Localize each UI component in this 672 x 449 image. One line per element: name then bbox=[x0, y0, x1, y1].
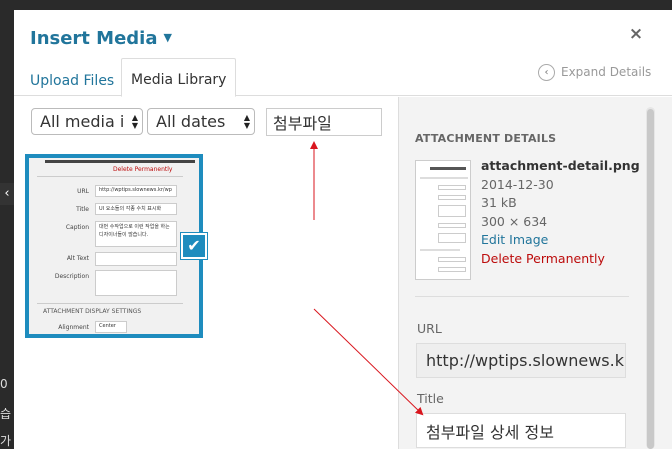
attachment-thumbnail: Delete Permanently URL http://wptips.slo… bbox=[29, 158, 199, 334]
media-type-filter[interactable]: All media i ▲ ▼ bbox=[31, 108, 143, 135]
preview-line bbox=[420, 249, 460, 251]
preview-bar bbox=[430, 167, 466, 170]
preview-box bbox=[438, 223, 466, 228]
background-text: 가 bbox=[0, 434, 12, 448]
edit-image-link[interactable]: Edit Image bbox=[481, 231, 661, 250]
sidebar-divider bbox=[415, 296, 629, 297]
thumb-divider bbox=[37, 303, 183, 304]
thumb-alt-label: Alt Text bbox=[66, 255, 89, 262]
thumb-alignment-label: Alignment bbox=[58, 324, 89, 331]
insert-media-modal: Insert Media ▼ × Upload Files Media Libra… bbox=[14, 10, 672, 449]
search-input[interactable] bbox=[266, 108, 382, 136]
delete-permanently-link[interactable]: Delete Permanently bbox=[481, 250, 661, 269]
background-arrow-icon: ‹ bbox=[0, 183, 14, 205]
tab-upload-files[interactable]: Upload Files bbox=[21, 65, 123, 97]
chevron-left-icon: ‹ bbox=[538, 63, 555, 81]
modal-header: Insert Media ▼ × Upload Files Media Libra… bbox=[14, 10, 672, 97]
preview-box bbox=[438, 257, 466, 262]
background-text: 0 bbox=[0, 377, 8, 391]
attachment-dimensions: 300 × 634 bbox=[481, 213, 548, 229]
modal-title[interactable]: Insert Media ▼ bbox=[30, 28, 172, 49]
preview-box bbox=[438, 205, 466, 217]
preview-line bbox=[420, 177, 468, 179]
title-label: Title bbox=[417, 391, 444, 406]
tab-media-library[interactable]: Media Library bbox=[121, 58, 237, 97]
thumb-caption-value: 대번 수작업으로 이런 작업을 하는 디자이너들이 많습니다. bbox=[95, 221, 177, 247]
date-filter[interactable]: All dates ▲ ▼ bbox=[147, 108, 255, 135]
thumb-alignment-value: Center bbox=[95, 321, 127, 333]
date-filter-value: All dates bbox=[156, 112, 226, 131]
preview-box bbox=[438, 233, 466, 243]
thumb-title-value: UI 요소들의 각종 수치 표시화 bbox=[95, 203, 177, 215]
attachment-info: attachment-detail.png 2014-12-30 31 kB 3… bbox=[481, 157, 661, 268]
attachment-date: 2014-12-30 bbox=[481, 176, 554, 192]
sidebar-scrollbar[interactable] bbox=[647, 109, 654, 449]
thumb-caption-label: Caption bbox=[65, 224, 89, 231]
thumb-delete-text: Delete Permanently bbox=[113, 166, 173, 173]
background-text: 습 bbox=[0, 407, 12, 421]
thumb-alt-value bbox=[95, 252, 177, 266]
attachment-filesize: 31 kB bbox=[481, 195, 517, 210]
media-browser: All media i ▲▼ All dates ▲▼ Delete Perma… bbox=[14, 97, 398, 449]
selected-check-icon[interactable]: ✔ bbox=[181, 233, 207, 259]
media-type-filter-value: All media i bbox=[40, 112, 125, 131]
preview-box bbox=[438, 195, 466, 200]
attachment-item[interactable]: Delete Permanently URL http://wptips.slo… bbox=[25, 154, 203, 338]
attachment-preview-thumbnail bbox=[415, 160, 471, 280]
thumb-url-value: http://wptips.slownews.kr/wp bbox=[95, 185, 177, 197]
select-arrows-icon: ▲ ▼ bbox=[243, 113, 250, 130]
thumb-description-label: Description bbox=[54, 273, 89, 280]
expand-details-button[interactable]: ‹ Expand Details bbox=[538, 62, 651, 82]
attachment-details-sidebar: Attachment Details attachment-detail.png… bbox=[398, 97, 672, 449]
close-button[interactable]: × bbox=[626, 24, 646, 44]
modal-title-text: Insert Media bbox=[30, 28, 158, 49]
select-arrows-icon: ▲ ▼ bbox=[131, 113, 138, 130]
thumb-divider bbox=[37, 176, 183, 177]
thumb-url-label: URL bbox=[77, 188, 89, 195]
thumb-description-value bbox=[95, 270, 177, 296]
attachment-details-heading: Attachment Details bbox=[415, 132, 557, 145]
preview-box bbox=[438, 185, 466, 190]
attachment-filename: attachment-detail.png bbox=[481, 158, 640, 173]
preview-box bbox=[438, 267, 466, 272]
title-field[interactable] bbox=[416, 413, 626, 448]
thumb-display-heading: ATTACHMENT DISPLAY SETTINGS bbox=[43, 308, 142, 315]
expand-details-label: Expand Details bbox=[561, 65, 652, 79]
thumb-topbar bbox=[45, 160, 195, 163]
url-field[interactable] bbox=[416, 343, 626, 378]
url-label: URL bbox=[417, 321, 442, 336]
thumb-title-label: Title bbox=[76, 206, 89, 213]
caret-down-icon: ▼ bbox=[163, 31, 172, 44]
